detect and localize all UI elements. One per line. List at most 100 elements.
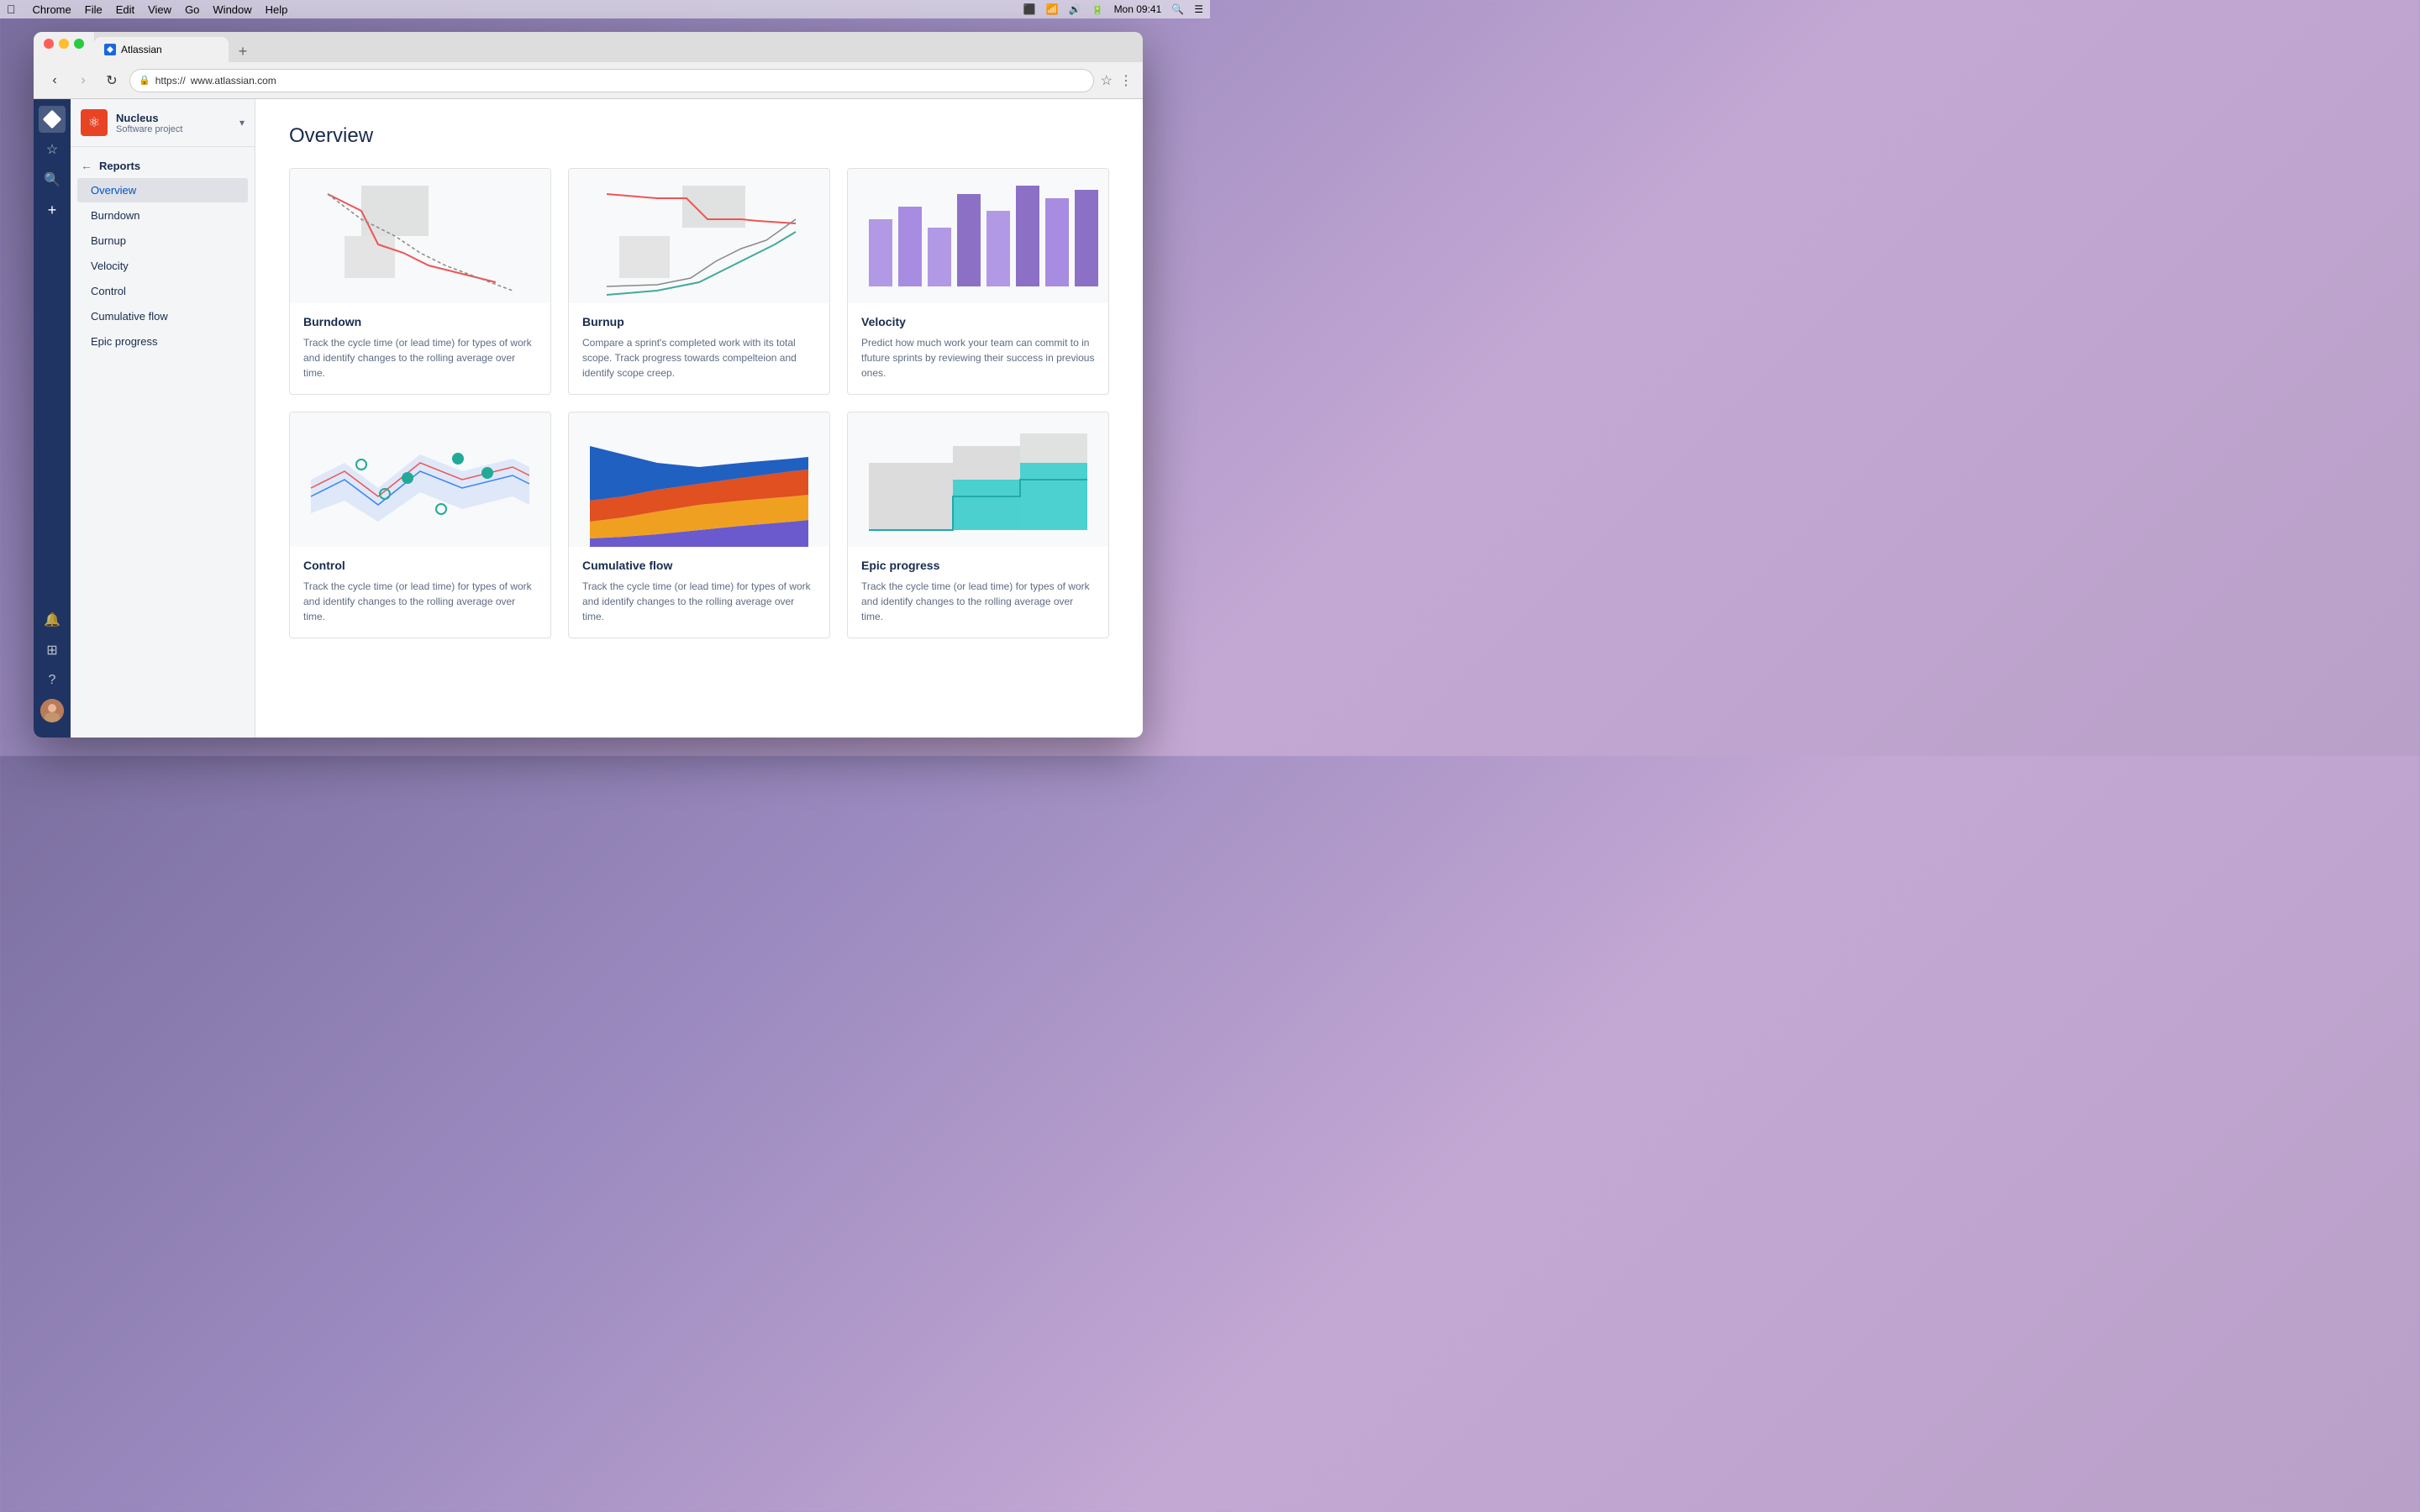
menu-file[interactable]: File	[85, 3, 103, 16]
browser-content: ☆ 🔍 + 🔔 ⊞ ?	[34, 99, 1143, 738]
nav-item-overview[interactable]: Overview	[77, 178, 248, 202]
sidebar-icon-home[interactable]	[39, 106, 66, 133]
nav-item-velocity[interactable]: Velocity	[77, 254, 248, 278]
burnup-desc: Compare a sprint's completed work with i…	[582, 335, 816, 381]
url-prefix: https://	[155, 75, 186, 87]
cards-grid: Burndown Track the cycle time (or lead t…	[289, 168, 1109, 638]
project-dropdown-arrow[interactable]: ▾	[239, 117, 245, 129]
sidebar-icon-search[interactable]: 🔍	[39, 166, 66, 193]
menu-cast-icon: ⬛	[1023, 3, 1036, 15]
sidebar-icon-notifications[interactable]: 🔔	[39, 606, 66, 633]
menu-time: Mon 09:41	[1114, 3, 1162, 15]
diamond-icon	[43, 110, 62, 129]
nav-item-burndown[interactable]: Burndown	[77, 203, 248, 228]
sidebar-icon-help[interactable]: ?	[39, 667, 66, 694]
traffic-lights	[34, 32, 94, 62]
page-title: Overview	[289, 124, 1109, 148]
address-input[interactable]: 🔒 https:// www.atlassian.com	[129, 69, 1094, 92]
menubar:  Chrome File Edit View Go Window Help ⬛…	[0, 0, 1210, 18]
menu-help[interactable]: Help	[266, 3, 288, 16]
sidebar-icon-apps[interactable]: ⊞	[39, 637, 66, 664]
burnup-chart	[569, 169, 829, 303]
burndown-desc: Track the cycle time (or lead time) for …	[303, 335, 537, 381]
nav-item-cumulative-flow[interactable]: Cumulative flow	[77, 304, 248, 328]
sidebar-icon-create[interactable]: +	[39, 197, 66, 223]
nav-back-label: Reports	[99, 160, 140, 172]
star-icon: ☆	[46, 141, 58, 158]
project-type: Software project	[116, 124, 231, 134]
velocity-desc: Predict how much work your team can comm…	[861, 335, 1095, 381]
tab-favicon	[104, 44, 116, 55]
menu-view[interactable]: View	[148, 3, 171, 16]
burnup-title: Burnup	[582, 315, 816, 328]
plus-icon: +	[48, 202, 57, 219]
card-cumulative-flow[interactable]: Cumulative flow Track the cycle time (or…	[568, 412, 830, 638]
react-icon: ⚛	[88, 114, 100, 131]
main-content: Overview	[255, 99, 1143, 738]
control-desc: Track the cycle time (or lead time) for …	[303, 579, 537, 624]
bell-icon: 🔔	[44, 612, 60, 628]
tab-bar: Atlassian +	[94, 32, 1143, 62]
cumulative-flow-title: Cumulative flow	[582, 559, 816, 572]
user-avatar	[40, 699, 64, 722]
nav-back-reports[interactable]: ← Reports	[71, 154, 255, 177]
sidebar-icon-avatar[interactable]	[39, 697, 66, 724]
epic-progress-chart	[848, 412, 1108, 547]
menu-chrome[interactable]: Chrome	[33, 3, 71, 16]
cumulative-flow-desc: Track the cycle time (or lead time) for …	[582, 579, 816, 624]
icon-sidebar: ☆ 🔍 + 🔔 ⊞ ?	[34, 99, 71, 738]
control-title: Control	[303, 559, 537, 572]
lock-icon: 🔒	[139, 75, 150, 86]
project-name: Nucleus	[116, 112, 231, 124]
nav-item-epic-progress[interactable]: Epic progress	[77, 329, 248, 354]
card-burndown[interactable]: Burndown Track the cycle time (or lead t…	[289, 168, 551, 395]
velocity-chart	[848, 169, 1108, 303]
project-icon: ⚛	[81, 109, 108, 136]
nav-item-control[interactable]: Control	[77, 279, 248, 303]
address-bar: ‹ › ↻ 🔒 https:// www.atlassian.com ☆ ⋮	[34, 62, 1143, 99]
url-text: www.atlassian.com	[191, 75, 276, 87]
epic-progress-title: Epic progress	[861, 559, 1095, 572]
apple-menu[interactable]: 	[7, 3, 16, 16]
menu-search-icon[interactable]: 🔍	[1171, 3, 1184, 15]
menu-window[interactable]: Window	[213, 3, 251, 16]
project-header[interactable]: ⚛ Nucleus Software project ▾	[71, 99, 255, 147]
cumulative-flow-chart	[569, 412, 829, 547]
forward-nav-button[interactable]: ›	[72, 70, 94, 92]
menu-edit[interactable]: Edit	[116, 3, 134, 16]
burndown-chart	[290, 169, 550, 303]
active-tab[interactable]: Atlassian	[94, 37, 229, 62]
search-icon: 🔍	[44, 171, 60, 188]
nav-section: ← Reports Overview Burndown Burnup Veloc…	[71, 147, 255, 361]
grid-icon: ⊞	[46, 642, 57, 659]
nav-panel: ⚛ Nucleus Software project ▾ ← Reports O…	[71, 99, 255, 738]
close-button[interactable]	[44, 39, 54, 49]
control-chart	[290, 412, 550, 547]
card-burnup[interactable]: Burnup Compare a sprint's completed work…	[568, 168, 830, 395]
velocity-title: Velocity	[861, 315, 1095, 328]
bookmark-icon[interactable]: ☆	[1101, 72, 1113, 89]
burndown-title: Burndown	[303, 315, 537, 328]
back-arrow-icon: ←	[81, 159, 92, 172]
reload-button[interactable]: ↻	[101, 70, 123, 92]
nav-item-burnup[interactable]: Burnup	[77, 228, 248, 253]
tab-label: Atlassian	[121, 44, 162, 55]
minimize-button[interactable]	[59, 39, 69, 49]
card-epic-progress[interactable]: Epic progress Track the cycle time (or l…	[847, 412, 1109, 638]
new-tab-button[interactable]: +	[232, 40, 254, 62]
epic-progress-desc: Track the cycle time (or lead time) for …	[861, 579, 1095, 624]
menu-battery-icon: 🔋	[1092, 3, 1104, 15]
card-control[interactable]: Control Track the cycle time (or lead ti…	[289, 412, 551, 638]
maximize-button[interactable]	[74, 39, 84, 49]
help-icon: ?	[49, 673, 56, 688]
more-options-icon[interactable]: ⋮	[1119, 72, 1133, 89]
card-velocity[interactable]: Velocity Predict how much work your team…	[847, 168, 1109, 395]
browser-window: Atlassian + ‹ › ↻ 🔒 https:// www.atlassi…	[34, 32, 1143, 738]
menu-wifi-icon: 📶	[1046, 3, 1059, 15]
back-nav-button[interactable]: ‹	[44, 70, 66, 92]
menu-list-icon[interactable]: ☰	[1194, 3, 1203, 15]
sidebar-icon-starred[interactable]: ☆	[39, 136, 66, 163]
menu-go[interactable]: Go	[185, 3, 199, 16]
project-info: Nucleus Software project	[116, 112, 231, 134]
menu-volume-icon: 🔊	[1069, 3, 1081, 15]
